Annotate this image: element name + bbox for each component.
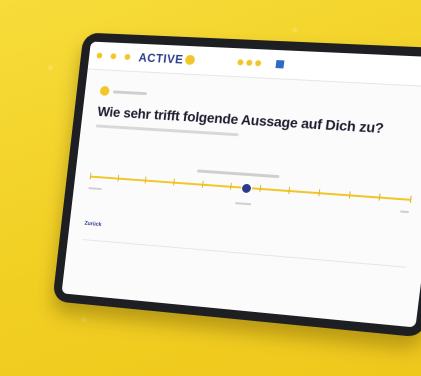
divider	[82, 239, 407, 268]
slider-thumb[interactable]	[240, 182, 253, 195]
page-body: Wie sehr trifft folgende Aussage auf Dic…	[67, 70, 421, 280]
slider-mid-label	[235, 202, 252, 206]
home-icon	[96, 52, 103, 59]
logo-text: ACTIVE	[137, 50, 185, 67]
social-icon-2[interactable]	[245, 59, 253, 66]
social-icons	[237, 59, 262, 67]
back-link[interactable]: Zurück	[84, 221, 102, 228]
logo-tagline	[204, 61, 225, 62]
nav-item-2[interactable]	[110, 53, 117, 60]
slider-tick	[409, 195, 412, 203]
search-icon	[124, 53, 131, 60]
nav-item-3[interactable]	[124, 53, 131, 60]
menu-icon[interactable]	[275, 60, 285, 69]
tablet-frame: ACTIVE Wie sehr trifft folgende Aussage …	[52, 32, 421, 338]
section-label	[112, 89, 147, 95]
slider-statement	[196, 169, 280, 179]
slider-max-label	[400, 210, 409, 214]
star-icon	[110, 53, 117, 60]
active-logo[interactable]: ACTIVE	[138, 51, 196, 67]
social-icon-3[interactable]	[254, 60, 262, 67]
logo-badge-icon	[184, 54, 196, 66]
question-instruction	[95, 124, 239, 137]
nav-item-1[interactable]	[96, 52, 103, 59]
social-icon-1[interactable]	[237, 59, 244, 66]
slider-min-label	[88, 187, 102, 191]
tablet-screen: ACTIVE Wie sehr trifft folgende Aussage …	[61, 41, 421, 328]
agreement-slider[interactable]	[86, 162, 416, 238]
section-icon	[99, 85, 110, 97]
